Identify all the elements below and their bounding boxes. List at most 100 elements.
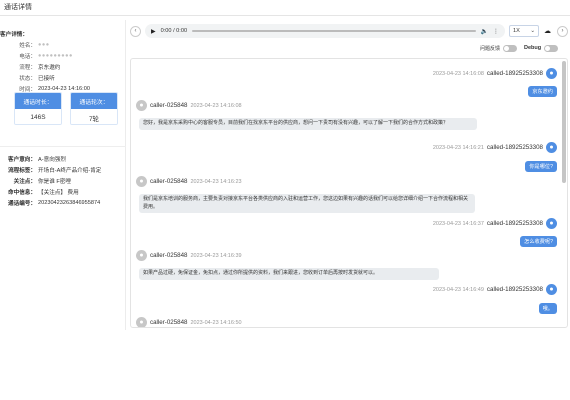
message-header-left: ● caller-025848 2023-04-23 14:16:39: [136, 250, 242, 261]
stat-label: 通话轮次：: [71, 93, 117, 109]
message-sender: caller-025848: [150, 102, 188, 109]
play-icon[interactable]: ▶: [151, 28, 156, 35]
message-sender: called-18925253308: [486, 220, 543, 227]
customer-panel: 客户详情： 姓名： ●●● 电话： ●●●●●●●●● 流程： 京东邀约 状态：…: [0, 20, 126, 330]
cloud-download-icon[interactable]: ☁: [544, 27, 551, 35]
divider: [0, 146, 126, 147]
user-avatar-icon: ●: [136, 176, 147, 187]
detail-list: 客户意向： A-意向强烈 流程标签： 开场白-A终产品介绍-肯定 关注点： 你是…: [0, 153, 126, 208]
audio-player: ▶ 0:00 / 0:00 🔈 ⋮: [145, 24, 505, 38]
message-header-right: 2023-04-23 14:16:08 called-18925253308 ●: [433, 68, 557, 79]
message-sender: caller-025848: [150, 252, 188, 259]
message-sender: called-18925253308: [486, 144, 543, 151]
user-avatar-icon: ●: [546, 218, 557, 229]
message-header-right: 2023-04-23 14:16:21 called-18925253308 ●: [433, 142, 557, 153]
speed-value: 1X: [513, 28, 520, 34]
detail-label: 流程标签：: [8, 167, 36, 174]
speed-select[interactable]: 1X ⌄: [509, 25, 539, 37]
detail-value[interactable]: 【关注点】 费用: [38, 188, 79, 196]
message-header-left: ● caller-025848 2023-04-23 14:16:08: [136, 100, 242, 111]
stat-rounds: 通话轮次： 7轮: [70, 92, 118, 125]
message-time: 2023-04-23 14:16:08: [432, 70, 484, 77]
message-sender: called-18925253308: [486, 286, 543, 293]
field-phone-row: 电话： ●●●●●●●●●: [0, 50, 126, 61]
message-time: 2023-04-23 14:16:23: [190, 178, 242, 185]
message-sender: called-18925253308: [486, 70, 543, 77]
detail-value[interactable]: 20230423263846955874: [38, 200, 100, 206]
feedback-switch[interactable]: [503, 44, 518, 52]
chat-transcript[interactable]: 2023-04-23 14:16:08 called-18925253308 ●…: [130, 58, 568, 328]
field-value-name: ●●●: [38, 41, 50, 48]
message-bubble-left: 我们是京东培训的服务商，主要负责对接京东平台各类供应商的入驻和运营工作，您这边如…: [139, 194, 475, 213]
detail-value[interactable]: A-意向强烈: [38, 155, 66, 163]
user-avatar-icon: ●: [546, 68, 557, 79]
detail-label: 通话编号：: [8, 200, 36, 207]
page-title: 通话详情: [4, 4, 32, 11]
user-avatar-icon: ●: [136, 317, 147, 327]
field-label: 流程：: [19, 64, 36, 71]
user-avatar-icon: ●: [546, 284, 557, 295]
chevron-down-icon: ⌄: [530, 28, 535, 34]
message-time: 2023-04-23 14:16:50: [190, 319, 242, 326]
user-avatar-icon: ●: [546, 142, 557, 153]
message-bubble-right: 京东邀约: [528, 86, 557, 97]
customer-section-row: 客户详情：: [0, 28, 126, 39]
field-value: 京东邀约: [38, 64, 61, 71]
field-flow-row: 流程： 京东邀约: [0, 61, 126, 72]
message-header-right: 2023-04-23 14:16:49 called-18925253308 ●: [433, 284, 557, 295]
stat-duration: 通话时长： 146S: [14, 92, 62, 125]
message-bubble-right: 你是哪位?: [525, 161, 557, 172]
audio-time: 0:00 / 0:00: [160, 28, 188, 34]
message-bubble-right: 怎么收费呢?: [520, 236, 557, 247]
message-bubble-left: 如果产品过硬，免保证金，免扣点，通过你所提供的资料，我们来跟进，您收到订单后再按…: [139, 268, 439, 280]
stat-label: 通话时长：: [15, 93, 61, 109]
field-value: 2023-04-23 14:16:00: [38, 85, 90, 92]
message-header-right: 2023-04-23 14:16:37 called-18925253308 ●: [433, 218, 557, 229]
detail-value[interactable]: 开场白-A终产品介绍-肯定: [38, 166, 101, 174]
stat-boxes: 通话时长： 146S 通话轮次： 7轮: [14, 92, 118, 125]
detail-row: 关注点： 你是谁 F密哩: [0, 175, 126, 186]
message-header-left: ● caller-025848 2023-04-23 14:16:23: [136, 176, 242, 187]
volume-icon[interactable]: 🔈: [481, 28, 488, 35]
field-name-row: 姓名： ●●●: [0, 39, 126, 50]
field-label: 状态：: [19, 75, 36, 82]
stat-value: 146S: [15, 109, 61, 124]
prev-button[interactable]: ‹: [130, 25, 141, 37]
message-time: 2023-04-23 14:16:21: [432, 144, 484, 151]
audio-progress-track[interactable]: [192, 30, 476, 32]
field-label: 姓名：: [19, 42, 36, 49]
debug-switch[interactable]: [544, 44, 559, 52]
message-bubble-right: 哦。: [538, 303, 557, 314]
detail-label: 关注点：: [13, 178, 36, 185]
next-button[interactable]: ›: [557, 25, 568, 37]
message-sender: caller-025848: [150, 178, 188, 185]
chevron-right-icon: ›: [561, 28, 564, 34]
detail-row: 客户意向： A-意向强烈: [0, 153, 126, 164]
field-label: 电话：: [19, 53, 36, 60]
user-avatar-icon: ●: [136, 100, 147, 111]
feedback-label: 问题反馈: [480, 45, 501, 52]
message-time: 2023-04-23 14:16:49: [432, 286, 484, 293]
detail-row: 通话编号： 20230423263846955874: [0, 197, 126, 208]
detail-value[interactable]: 你是谁 F密哩: [38, 177, 71, 185]
detail-row: 命中信息： 【关注点】 费用: [0, 186, 126, 197]
more-options-icon[interactable]: ⋮: [493, 28, 499, 35]
detail-label: 命中信息：: [8, 189, 36, 196]
customer-section-label: 客户详情：: [0, 31, 28, 38]
stat-value: 7轮: [71, 109, 117, 124]
scrollbar[interactable]: [562, 61, 566, 183]
message-sender: caller-025848: [150, 319, 188, 326]
page-header: 通话详情: [0, 0, 570, 16]
toggle-row: 问题反馈 Debug: [480, 43, 570, 53]
message-header-left: ● caller-025848 2023-04-23 14:16:50: [136, 317, 242, 327]
message-time: 2023-04-23 14:16:39: [190, 252, 242, 259]
detail-label: 客户意向：: [8, 156, 36, 163]
chevron-left-icon: ‹: [134, 28, 137, 34]
detail-row: 流程标签： 开场白-A终产品介绍-肯定: [0, 164, 126, 175]
field-value-phone: ●●●●●●●●●: [38, 52, 73, 59]
field-value: 已接听: [38, 75, 55, 82]
message-time: 2023-04-23 14:16:37: [432, 220, 484, 227]
message-time: 2023-04-23 14:16:08: [190, 102, 242, 109]
message-bubble-left: 您好，我是京东采购中心的客服专员，目前我们在找京东平台的供应商，想问一下贵司有没…: [139, 118, 477, 130]
field-status-row: 状态： 已接听: [0, 72, 126, 83]
